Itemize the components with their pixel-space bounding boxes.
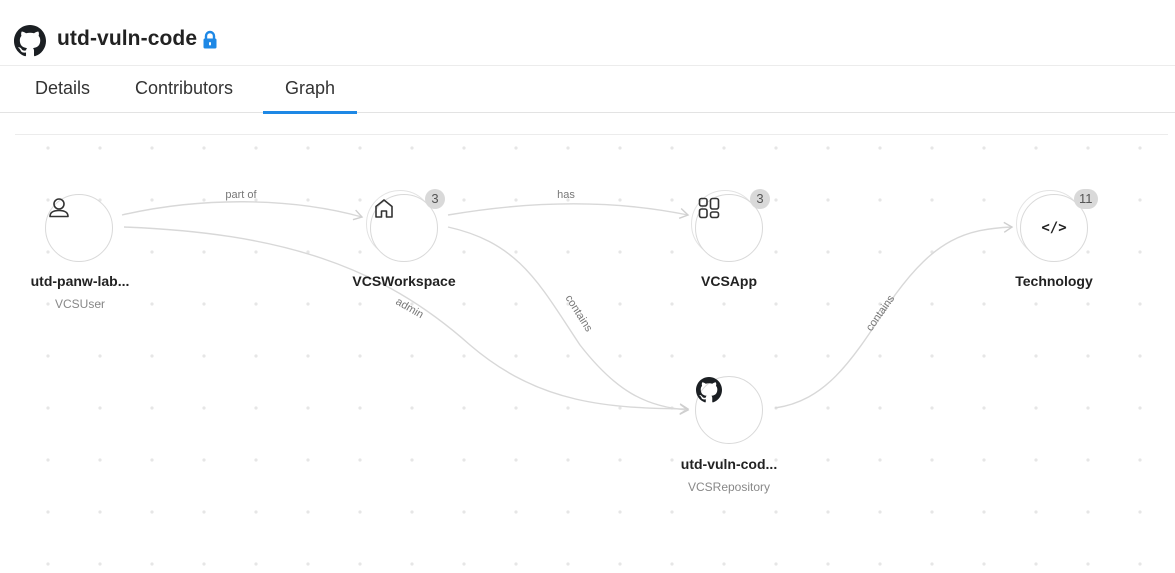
count-badge: 11 [1074, 189, 1098, 209]
code-icon: </> [1041, 220, 1067, 236]
home-icon [375, 199, 393, 218]
tab-graph[interactable]: Graph [263, 66, 357, 114]
apps-grid-icon [698, 197, 720, 219]
edge-label-part-of: part of [225, 189, 257, 201]
node-vcs-repository[interactable] [695, 376, 763, 444]
node-vcs-user[interactable] [45, 194, 113, 262]
count-badge: 3 [750, 189, 770, 209]
node-label: VCSWorkspace [352, 273, 456, 289]
lock-icon [203, 30, 217, 49]
count-badge: 3 [425, 189, 445, 209]
github-icon [14, 25, 46, 57]
graph-canvas[interactable]: part of admin has contains contains utd-… [0, 135, 1175, 573]
node-type: VCSRepository [687, 480, 771, 494]
user-icon [49, 198, 69, 218]
tab-bar: Details Contributors Graph [0, 66, 1175, 114]
node-label: Technology [1015, 273, 1093, 289]
tab-contributors[interactable]: Contributors [135, 66, 245, 113]
github-icon [696, 377, 722, 403]
node-label: utd-vuln-cod... [680, 456, 778, 472]
node-type: VCSUser [54, 297, 105, 311]
node-label: utd-panw-lab... [30, 273, 130, 289]
graph-edges: part of admin has contains contains [0, 135, 1175, 573]
edge-label-has: has [557, 189, 575, 201]
page-title: utd-vuln-code [57, 27, 198, 50]
page-header: utd-vuln-code [0, 0, 1175, 66]
node-label: VCSApp [701, 273, 757, 289]
tab-details[interactable]: Details [35, 66, 95, 113]
